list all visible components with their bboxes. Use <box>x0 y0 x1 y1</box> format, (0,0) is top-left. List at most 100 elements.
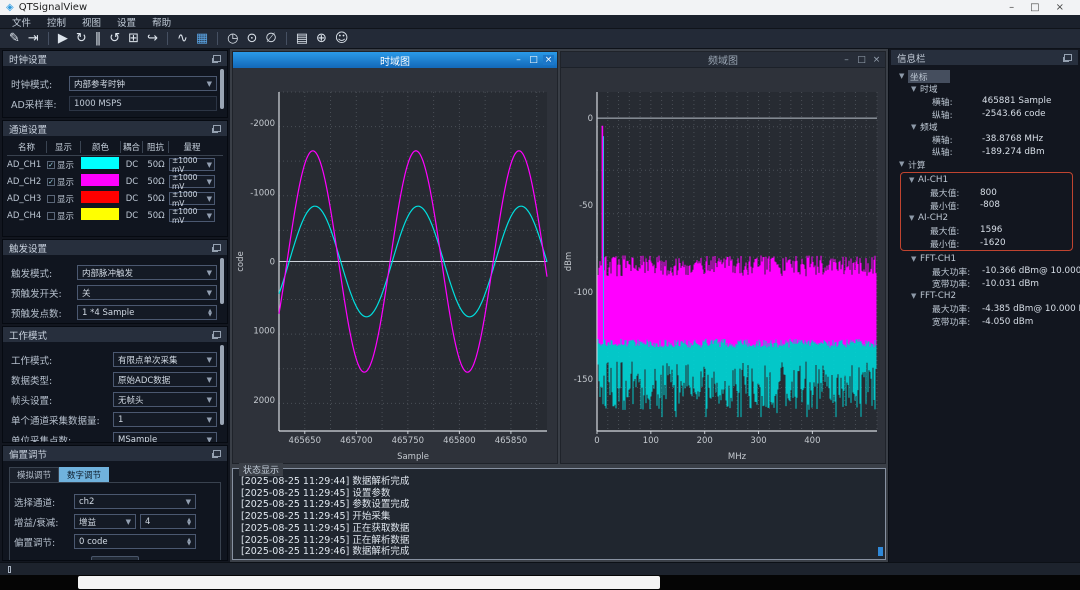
pause-icon[interactable]: ‖ <box>91 30 106 48</box>
tree-expand-arrow[interactable]: ▼ <box>899 72 908 80</box>
数据类型:-combo[interactable]: 原始ADC数据 ▼ <box>113 372 217 387</box>
minimize-button[interactable]: – <box>841 55 852 65</box>
float-panel-icon[interactable] <box>213 125 221 132</box>
close-button[interactable]: × <box>543 55 554 65</box>
gain-amount-spinner[interactable]: 4 ▲ ▼ <box>140 514 196 529</box>
waveform-icon[interactable]: ∿ <box>173 30 192 48</box>
tree-item[interactable]: 横轴: 465881 Sample <box>893 95 1076 108</box>
帧头设置:-combo[interactable]: 无帧头 ▼ <box>113 392 217 407</box>
tab-digital-adjust[interactable]: 数字调节 <box>59 467 110 482</box>
show-checkbox[interactable]: ✓ <box>47 177 55 186</box>
scrollbar-thumb[interactable] <box>220 258 224 304</box>
tree-item[interactable]: ▼ 频域 <box>893 120 1076 134</box>
tree-item[interactable]: ▼ AI-CH2 <box>903 212 1070 225</box>
time-domain-titlebar[interactable]: 时域图 – □ × <box>233 52 557 68</box>
edit-file-icon[interactable]: ✎ <box>5 30 24 48</box>
channel-color-swatch[interactable] <box>81 174 119 186</box>
tree-expand-arrow[interactable]: ▼ <box>899 160 908 168</box>
tree-expand-arrow[interactable]: ▼ <box>911 255 920 263</box>
taskbar-item[interactable] <box>78 576 660 589</box>
gain-atten-combo[interactable]: 增益 ▼ <box>74 514 136 529</box>
sample-rate-field[interactable]: 1000 MSPS <box>69 96 217 111</box>
tree-expand-arrow[interactable]: ▼ <box>911 85 920 93</box>
tree-expand-arrow[interactable]: ▼ <box>911 123 920 131</box>
scrollbar-thumb[interactable] <box>220 345 224 425</box>
float-panel-icon[interactable] <box>213 450 221 457</box>
tree-item[interactable]: 最大功率: -4.385 dBm@ 10.000 MHz <box>893 303 1080 316</box>
channel-color-swatch[interactable] <box>81 191 119 203</box>
user-icon[interactable]: ☺ <box>331 30 353 48</box>
grid-layout-icon[interactable]: ▦ <box>192 30 212 48</box>
refresh-icon[interactable]: ↺ <box>105 30 124 48</box>
channel-color-swatch[interactable] <box>81 157 119 169</box>
tree-item[interactable]: ▼ 时域 <box>893 83 1076 96</box>
tree-item[interactable]: 最大值: 1596 <box>903 224 1070 237</box>
network-globe-icon[interactable]: ⊕ <box>312 30 331 48</box>
config-panel-icon[interactable]: ⊞ <box>124 30 143 48</box>
minimize-button[interactable]: – <box>1009 2 1014 13</box>
clock-mode-combo[interactable]: 内部参考时钟 ▼ <box>69 76 217 91</box>
float-panel-icon[interactable] <box>213 55 221 62</box>
range-combo[interactable]: ±1000 mV ▼ <box>169 173 215 191</box>
float-panel-icon[interactable] <box>213 331 221 338</box>
tree-item[interactable]: 纵轴: -2543.66 code <box>893 108 1076 121</box>
tree-expand-arrow[interactable]: ▼ <box>909 176 918 184</box>
menu-view[interactable]: 视图 <box>74 15 109 29</box>
tree-item[interactable]: 最大值: 800 <box>903 186 1070 200</box>
tree-item[interactable]: ▼ FFT-CH2 <box>893 290 1076 303</box>
tree-item[interactable]: 宽带功率: -4.050 dBm <box>893 315 1076 329</box>
reset-button[interactable]: 复位 <box>90 556 139 560</box>
range-combo[interactable]: ±1000 mV ▼ <box>169 207 215 225</box>
tree-item[interactable]: ▼ 计算 <box>893 158 1076 171</box>
range-combo[interactable]: ±1000 mV ▼ <box>169 190 215 208</box>
freq-domain-titlebar[interactable]: 频域图 – □ × <box>561 52 885 68</box>
float-panel-icon[interactable] <box>1064 54 1072 61</box>
menu-settings[interactable]: 设置 <box>109 15 144 29</box>
触发模式:-combo[interactable]: 内部脉冲触发 ▼ <box>77 265 217 280</box>
tree-expand-arrow[interactable]: ▼ <box>909 214 918 222</box>
range-combo[interactable]: ±1000 mV ▼ <box>169 156 215 174</box>
maximize-button[interactable]: □ <box>1030 2 1039 13</box>
tree-item[interactable]: ▼ AI-CH1 <box>903 174 1070 187</box>
select-channel-combo[interactable]: ch2 ▼ <box>74 494 196 509</box>
float-panel-icon[interactable] <box>213 244 221 251</box>
menu-help[interactable]: 帮助 <box>144 15 179 29</box>
tree-item[interactable]: 横轴: -38.8768 MHz <box>893 133 1076 146</box>
time-domain-chart[interactable]: 465650 465700 465750 465800 465850 -2000 -1000… <box>233 68 557 463</box>
scrollbar-thumb[interactable] <box>878 547 883 556</box>
disable-icon[interactable]: ∅ <box>261 30 280 48</box>
单位采集点数:-combo[interactable]: MSample ▼ <box>113 432 217 442</box>
工作模式:-combo[interactable]: 有限点单次采集 ▼ <box>113 352 217 367</box>
close-button[interactable]: × <box>871 55 882 65</box>
import-icon[interactable]: ⇥ <box>24 30 43 48</box>
预触发点数:-spinner[interactable]: 1 *4 Sample ▲ ▼ <box>77 305 217 320</box>
minimize-button[interactable]: – <box>513 55 524 65</box>
report-icon[interactable]: ▤ <box>292 30 312 48</box>
tree-item[interactable]: ▼ 坐标 <box>893 69 1076 83</box>
menu-control[interactable]: 控制 <box>39 15 74 29</box>
tree-item[interactable]: 最大功率: -10.366 dBm@ 10.000 MHz <box>893 265 1080 278</box>
freq-domain-chart[interactable]: 0 100 200 300 400 0 -50 -100 -150 MHz dBm <box>561 68 885 463</box>
export-arrow-icon[interactable]: ↪ <box>143 30 162 48</box>
scrollbar-thumb[interactable] <box>220 69 224 109</box>
menu-file[interactable]: 文件 <box>4 15 39 29</box>
tree-item[interactable]: 纵轴: -189.274 dBm <box>893 146 1076 159</box>
预触发开关:-combo[interactable]: 关 ▼ <box>77 285 217 300</box>
offset-value-spinner[interactable]: 0 code ▲ ▼ <box>74 534 196 549</box>
show-checkbox[interactable] <box>47 194 55 203</box>
tree-item[interactable]: 宽带功率: -10.031 dBm <box>893 278 1076 291</box>
tab-analog-adjust[interactable]: 模拟调节 <box>9 467 60 482</box>
tree-item[interactable]: 最小值: -808 <box>903 199 1070 212</box>
show-checkbox[interactable]: ✓ <box>47 160 55 169</box>
show-checkbox[interactable] <box>47 211 55 220</box>
tree-expand-arrow[interactable]: ▼ <box>911 292 920 300</box>
play-icon[interactable]: ▶ <box>54 30 72 48</box>
power-icon[interactable]: ⊙ <box>242 30 261 48</box>
history-clock-icon[interactable]: ◷ <box>223 30 242 48</box>
maximize-button[interactable]: □ <box>528 55 539 65</box>
channel-color-swatch[interactable] <box>81 208 119 220</box>
close-button[interactable]: × <box>1056 2 1064 13</box>
tree-item[interactable]: 最小值: -1620 <box>903 237 1070 250</box>
maximize-button[interactable]: □ <box>856 55 867 65</box>
单个通道采集数据量:-combo[interactable]: 1 ▼ <box>113 412 217 427</box>
